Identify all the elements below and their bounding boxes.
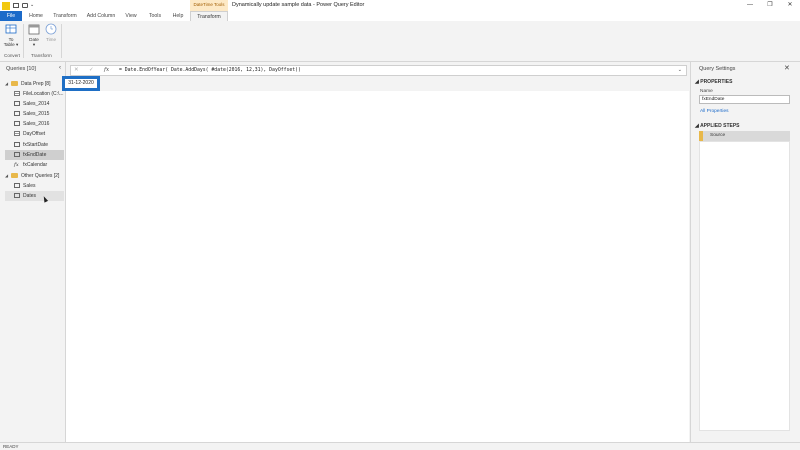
tab-add-column[interactable]: Add Column: [84, 11, 118, 21]
query-item-dayoffset[interactable]: DayOffset: [5, 129, 64, 139]
status-text: READY: [3, 444, 19, 449]
folder-label: Data Prep [8]: [21, 81, 51, 87]
query-item-sales[interactable]: Sales: [5, 181, 64, 191]
queries-pane: Queries [10] ‹ ◢ Data Prep [8] FileLocati…: [0, 62, 66, 442]
applied-steps-list: [699, 141, 790, 431]
folder-other-queries[interactable]: ◢ Other Queries [2]: [5, 171, 64, 181]
applied-step-source[interactable]: Source: [699, 131, 790, 141]
step-marker-icon: [699, 131, 703, 141]
all-properties-link[interactable]: All Properties: [700, 109, 729, 114]
collapse-queries-button[interactable]: ‹: [59, 65, 61, 71]
formula-bar: ✕ ✓ fx = Date.EndOfYear( Date.AddDays( #…: [70, 65, 687, 76]
ribbon-separator: [61, 24, 62, 58]
time-button[interactable]: Time: [43, 23, 59, 42]
table-icon: [14, 142, 20, 147]
calendar-icon: [28, 24, 40, 35]
quick-access-dropdown-icon[interactable]: ⌄: [30, 3, 36, 8]
query-settings-title: Query Settings: [699, 66, 736, 72]
query-name-input[interactable]: fxEndDate: [699, 95, 790, 104]
query-settings-pane: Query Settings ✕ ◢ PROPERTIES Name fxEnd…: [690, 62, 800, 442]
parameter-icon: [14, 91, 20, 96]
close-settings-button[interactable]: ✕: [784, 64, 790, 72]
tab-datetime-transform[interactable]: Transform: [190, 11, 228, 21]
applied-steps-heading-label: APPLIED STEPS: [700, 123, 740, 129]
status-bar: READY: [0, 442, 800, 450]
date-dropdown-arrow: ▾: [32, 42, 36, 47]
query-label: fxCalendar: [23, 162, 48, 168]
query-item-fxcalendar[interactable]: fx fxCalendar: [5, 160, 64, 170]
folder-icon: [11, 173, 18, 178]
window-title: Dynamically update sample data - Power Q…: [232, 2, 365, 8]
query-label: Sales_2016: [23, 121, 50, 127]
function-icon: fx: [14, 162, 19, 168]
table-icon: [14, 101, 20, 106]
query-item-dates[interactable]: Dates: [5, 191, 64, 201]
table-icon: [14, 152, 20, 157]
ribbon-tabs: File Home Transform Add Column View Tool…: [0, 11, 800, 21]
query-item-sales-2016[interactable]: Sales_2016: [5, 119, 64, 129]
to-table-label-line2: Table ▾: [3, 42, 19, 47]
tab-help[interactable]: Help: [168, 11, 188, 21]
result-value: 31-12-2020: [68, 80, 94, 86]
query-item-fxenddate[interactable]: fxEndDate: [5, 150, 64, 160]
table-icon: [14, 121, 20, 126]
query-label: fxStartDate: [23, 142, 49, 148]
close-window-button[interactable]: ✕: [783, 0, 797, 11]
step-label: Source: [710, 133, 726, 138]
tab-tools[interactable]: Tools: [144, 11, 166, 21]
number-icon: [14, 131, 20, 136]
fx-icon[interactable]: fx: [104, 66, 109, 75]
ribbon-separator: [23, 24, 24, 58]
maximize-button[interactable]: ❐: [763, 0, 777, 11]
tab-home[interactable]: Home: [25, 11, 47, 21]
query-label: fxEndDate: [23, 152, 47, 158]
tab-view[interactable]: View: [122, 11, 140, 21]
folder-data-prep[interactable]: ◢ Data Prep [8]: [5, 79, 64, 89]
formula-text[interactable]: = Date.EndOfYear( Date.AddDays( #date(20…: [119, 66, 301, 75]
query-item-sales-2015[interactable]: Sales_2015: [5, 109, 64, 119]
group-convert-label: Convert: [4, 53, 21, 58]
name-label: Name: [700, 89, 713, 94]
expand-formula-button[interactable]: ⌄: [678, 66, 682, 75]
query-label: Dates: [23, 193, 37, 199]
query-item-sales-2014[interactable]: Sales_2014: [5, 99, 64, 109]
undo-icon[interactable]: [22, 3, 28, 8]
tab-transform[interactable]: Transform: [50, 11, 80, 21]
save-icon[interactable]: [13, 3, 19, 8]
ribbon: To Table ▾ Date ▾ Time Convert Transform: [0, 21, 800, 62]
time-label: Time: [45, 37, 57, 42]
tab-file[interactable]: File: [0, 11, 22, 21]
datetime-tools-context-label: DateTime Tools: [190, 0, 228, 11]
date-button[interactable]: Date ▾: [26, 23, 42, 48]
minimize-button[interactable]: —: [743, 0, 757, 11]
folder-icon: [11, 81, 18, 86]
properties-heading[interactable]: ◢ PROPERTIES: [695, 79, 732, 85]
title-bar: ⌄ DateTime Tools Dynamically update samp…: [0, 0, 800, 11]
group-transform-label: Transform: [31, 53, 52, 58]
query-label: Sales_2015: [23, 111, 50, 117]
commit-formula-button[interactable]: ✓: [89, 66, 94, 75]
query-label: DayOffset: [23, 131, 46, 137]
result-value-box[interactable]: 31-12-2020: [62, 76, 100, 91]
clock-icon: [45, 23, 57, 35]
table-icon: [14, 193, 20, 198]
to-table-icon: [5, 24, 17, 34]
to-table-button[interactable]: To Table ▾: [3, 23, 19, 48]
applied-steps-heading[interactable]: ◢ APPLIED STEPS: [695, 123, 740, 129]
query-label: Sales_2014: [23, 101, 50, 107]
data-preview-area: [66, 91, 689, 442]
query-item-filelocation[interactable]: FileLocation (C:\...: [5, 89, 64, 99]
cancel-formula-button[interactable]: ✕: [74, 66, 79, 75]
query-item-fxstartdate[interactable]: fxStartDate: [5, 140, 64, 150]
queries-title: Queries [10]: [6, 66, 36, 72]
power-bi-logo-icon: [2, 2, 10, 10]
table-icon: [14, 183, 20, 188]
query-label: FileLocation (C:\...: [23, 91, 64, 97]
properties-heading-label: PROPERTIES: [700, 79, 733, 85]
table-icon: [14, 111, 20, 116]
query-label: Sales: [23, 183, 36, 189]
folder-label: Other Queries [2]: [21, 173, 60, 179]
